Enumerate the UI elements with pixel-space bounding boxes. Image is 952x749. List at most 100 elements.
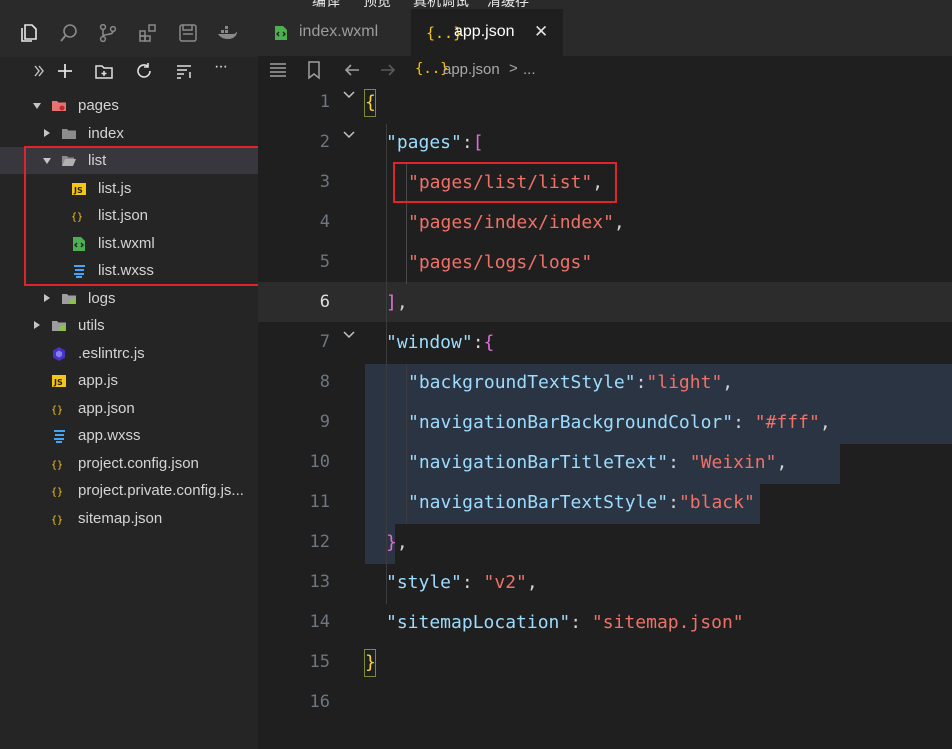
search-icon[interactable] (58, 22, 80, 44)
tree-item-label: app.wxss (78, 427, 141, 444)
code-line-3[interactable]: "pages/list/list", (258, 164, 952, 204)
tree-item-app-js[interactable]: JS app.js (0, 367, 258, 394)
source-control-icon[interactable] (97, 22, 119, 44)
code-line-11[interactable]: "navigationBarTextStyle":"black" (258, 484, 952, 524)
tree-item-list[interactable]: list (0, 147, 258, 174)
code-line-1[interactable]: { (258, 84, 952, 124)
explorer-toolbar: ··· (0, 57, 258, 85)
code-line-9[interactable]: "navigationBarBackgroundColor": "#fff", (258, 404, 952, 444)
collapse-icon[interactable] (28, 61, 48, 81)
tree-item-app-wxss[interactable]: app.wxss (0, 422, 258, 449)
svg-text:{}: {} (51, 405, 63, 416)
svg-text:{}: {} (51, 460, 63, 471)
fold-chevron-icon[interactable] (342, 88, 356, 102)
tree-item-app-json[interactable]: {} app.json (0, 395, 258, 422)
tab-label: app.json (454, 23, 515, 40)
folder-icon (61, 126, 77, 142)
tree-item-sitemap-json[interactable]: {} sitemap.json (0, 505, 258, 532)
code-line-15[interactable]: } (258, 644, 952, 684)
svg-text:{}: {} (51, 515, 63, 526)
fold-chevron-icon[interactable] (342, 328, 356, 342)
wxml-file-icon (71, 236, 87, 252)
tree-item-logs[interactable]: logs (0, 285, 258, 312)
tree-item-label: list.wxml (98, 234, 155, 252)
breadcrumb-file[interactable]: app.json (443, 61, 500, 78)
tree-item-utils[interactable]: utils (0, 312, 258, 339)
outline-icon[interactable] (268, 60, 288, 80)
code-line-14[interactable]: "sitemapLocation": "sitemap.json" (258, 604, 952, 644)
docker-icon[interactable] (216, 22, 238, 44)
sort-icon[interactable] (174, 61, 194, 81)
chevron-down-icon[interactable] (43, 158, 51, 164)
activity-bar (0, 9, 258, 57)
more-icon[interactable]: ··· (214, 58, 234, 78)
breadcrumb: {..} app.json > ... (258, 56, 952, 84)
tree-item-label: utils (78, 317, 105, 334)
files-icon[interactable] (18, 22, 40, 44)
json-file-icon: {} (51, 401, 67, 417)
code-line-8[interactable]: "backgroundTextStyle":"light", (258, 364, 952, 404)
tree-item-label: list (88, 152, 107, 169)
save-icon[interactable] (177, 22, 199, 44)
device-debug-label[interactable]: 真机调试 (413, 0, 469, 9)
tree-item-project-config-json[interactable]: {} project.config.json (0, 450, 258, 477)
tree-item-label: logs (88, 289, 116, 307)
folder-icon (61, 291, 77, 307)
code-line-10[interactable]: "navigationBarTitleText": "Weixin", (258, 444, 952, 484)
code-line-4[interactable]: "pages/index/index", (258, 204, 952, 244)
new-file-icon[interactable] (55, 61, 75, 81)
chevron-right-icon[interactable] (34, 321, 40, 329)
bookmark-icon[interactable] (306, 60, 322, 80)
extensions-icon[interactable] (137, 22, 159, 44)
tab-index-wxml[interactable]: index.wxml (258, 9, 410, 56)
json-file-icon: {} (51, 483, 67, 499)
tree-item-list-wxss[interactable]: list.wxss (0, 257, 258, 284)
top-toolbar-strip: 编译 预览 真机调试 清缓存 (0, 0, 952, 9)
tree-item-list-json[interactable]: {} list.json (0, 202, 258, 229)
chevron-right-icon[interactable] (44, 293, 50, 302)
json-file-icon: {} (51, 456, 67, 472)
tree-item-label: project.private.config.js... (78, 482, 244, 499)
code-line-2[interactable]: "pages":[ (258, 124, 952, 164)
code-line-5[interactable]: "pages/logs/logs" (258, 244, 952, 284)
breadcrumb-tail[interactable]: ... (523, 61, 536, 78)
wxml-file-icon (273, 25, 289, 41)
tree-item-index[interactable]: index (0, 120, 258, 147)
breadcrumb-separator: > (509, 60, 518, 77)
tree-item-label: list.json (98, 207, 149, 224)
refresh-icon[interactable] (134, 61, 154, 81)
code-line-7[interactable]: "window":{ (258, 324, 952, 364)
chevron-right-icon[interactable] (44, 128, 50, 137)
tree-item-label: pages (78, 97, 119, 114)
code-line-12[interactable]: }, (258, 524, 952, 564)
fold-chevron-icon[interactable] (342, 128, 356, 142)
folder-icon (51, 318, 67, 334)
pages-folder-icon (51, 98, 67, 114)
forward-icon[interactable] (378, 60, 398, 80)
tab-label: index.wxml (299, 23, 379, 40)
tree-item-label: app.js (78, 372, 119, 389)
code-line-13[interactable]: "style": "v2", (258, 564, 952, 604)
json-file-icon: {} (71, 208, 87, 224)
new-folder-icon[interactable] (94, 61, 114, 81)
tab-app-json[interactable]: {..} app.json ✕ (411, 9, 563, 56)
tree-item-list-wxml[interactable]: list.wxml (0, 230, 258, 257)
code-line-6[interactable]: ], (258, 284, 952, 324)
tree-item-label: list.js (98, 179, 132, 197)
tree-item-label: list.wxss (98, 262, 154, 279)
tree-item-pages[interactable]: pages (0, 92, 258, 119)
chevron-down-icon[interactable] (33, 103, 41, 109)
clear-cache-label[interactable]: 清缓存 (487, 0, 529, 9)
tree-item-project-private-config-js-[interactable]: {} project.private.config.js... (0, 477, 258, 504)
close-icon[interactable]: ✕ (534, 22, 548, 42)
tree-item-label: sitemap.json (78, 509, 163, 527)
back-icon[interactable] (342, 60, 362, 80)
code-editor[interactable]: 1 2 3 4 5 6 7 8 9 10 11 12 13 14 15 16 { "pages":[ "pag… (258, 84, 952, 749)
svg-text:JS: JS (53, 378, 63, 387)
compile-label[interactable]: 编译 (312, 0, 340, 9)
tree-item-list-js[interactable]: JS list.js (0, 175, 258, 202)
tree-item-label: index (88, 124, 124, 142)
preview-label[interactable]: 预览 (363, 0, 391, 9)
eslint-file-icon (51, 346, 67, 362)
tree-item--eslintrc-js[interactable]: .eslintrc.js (0, 340, 258, 367)
